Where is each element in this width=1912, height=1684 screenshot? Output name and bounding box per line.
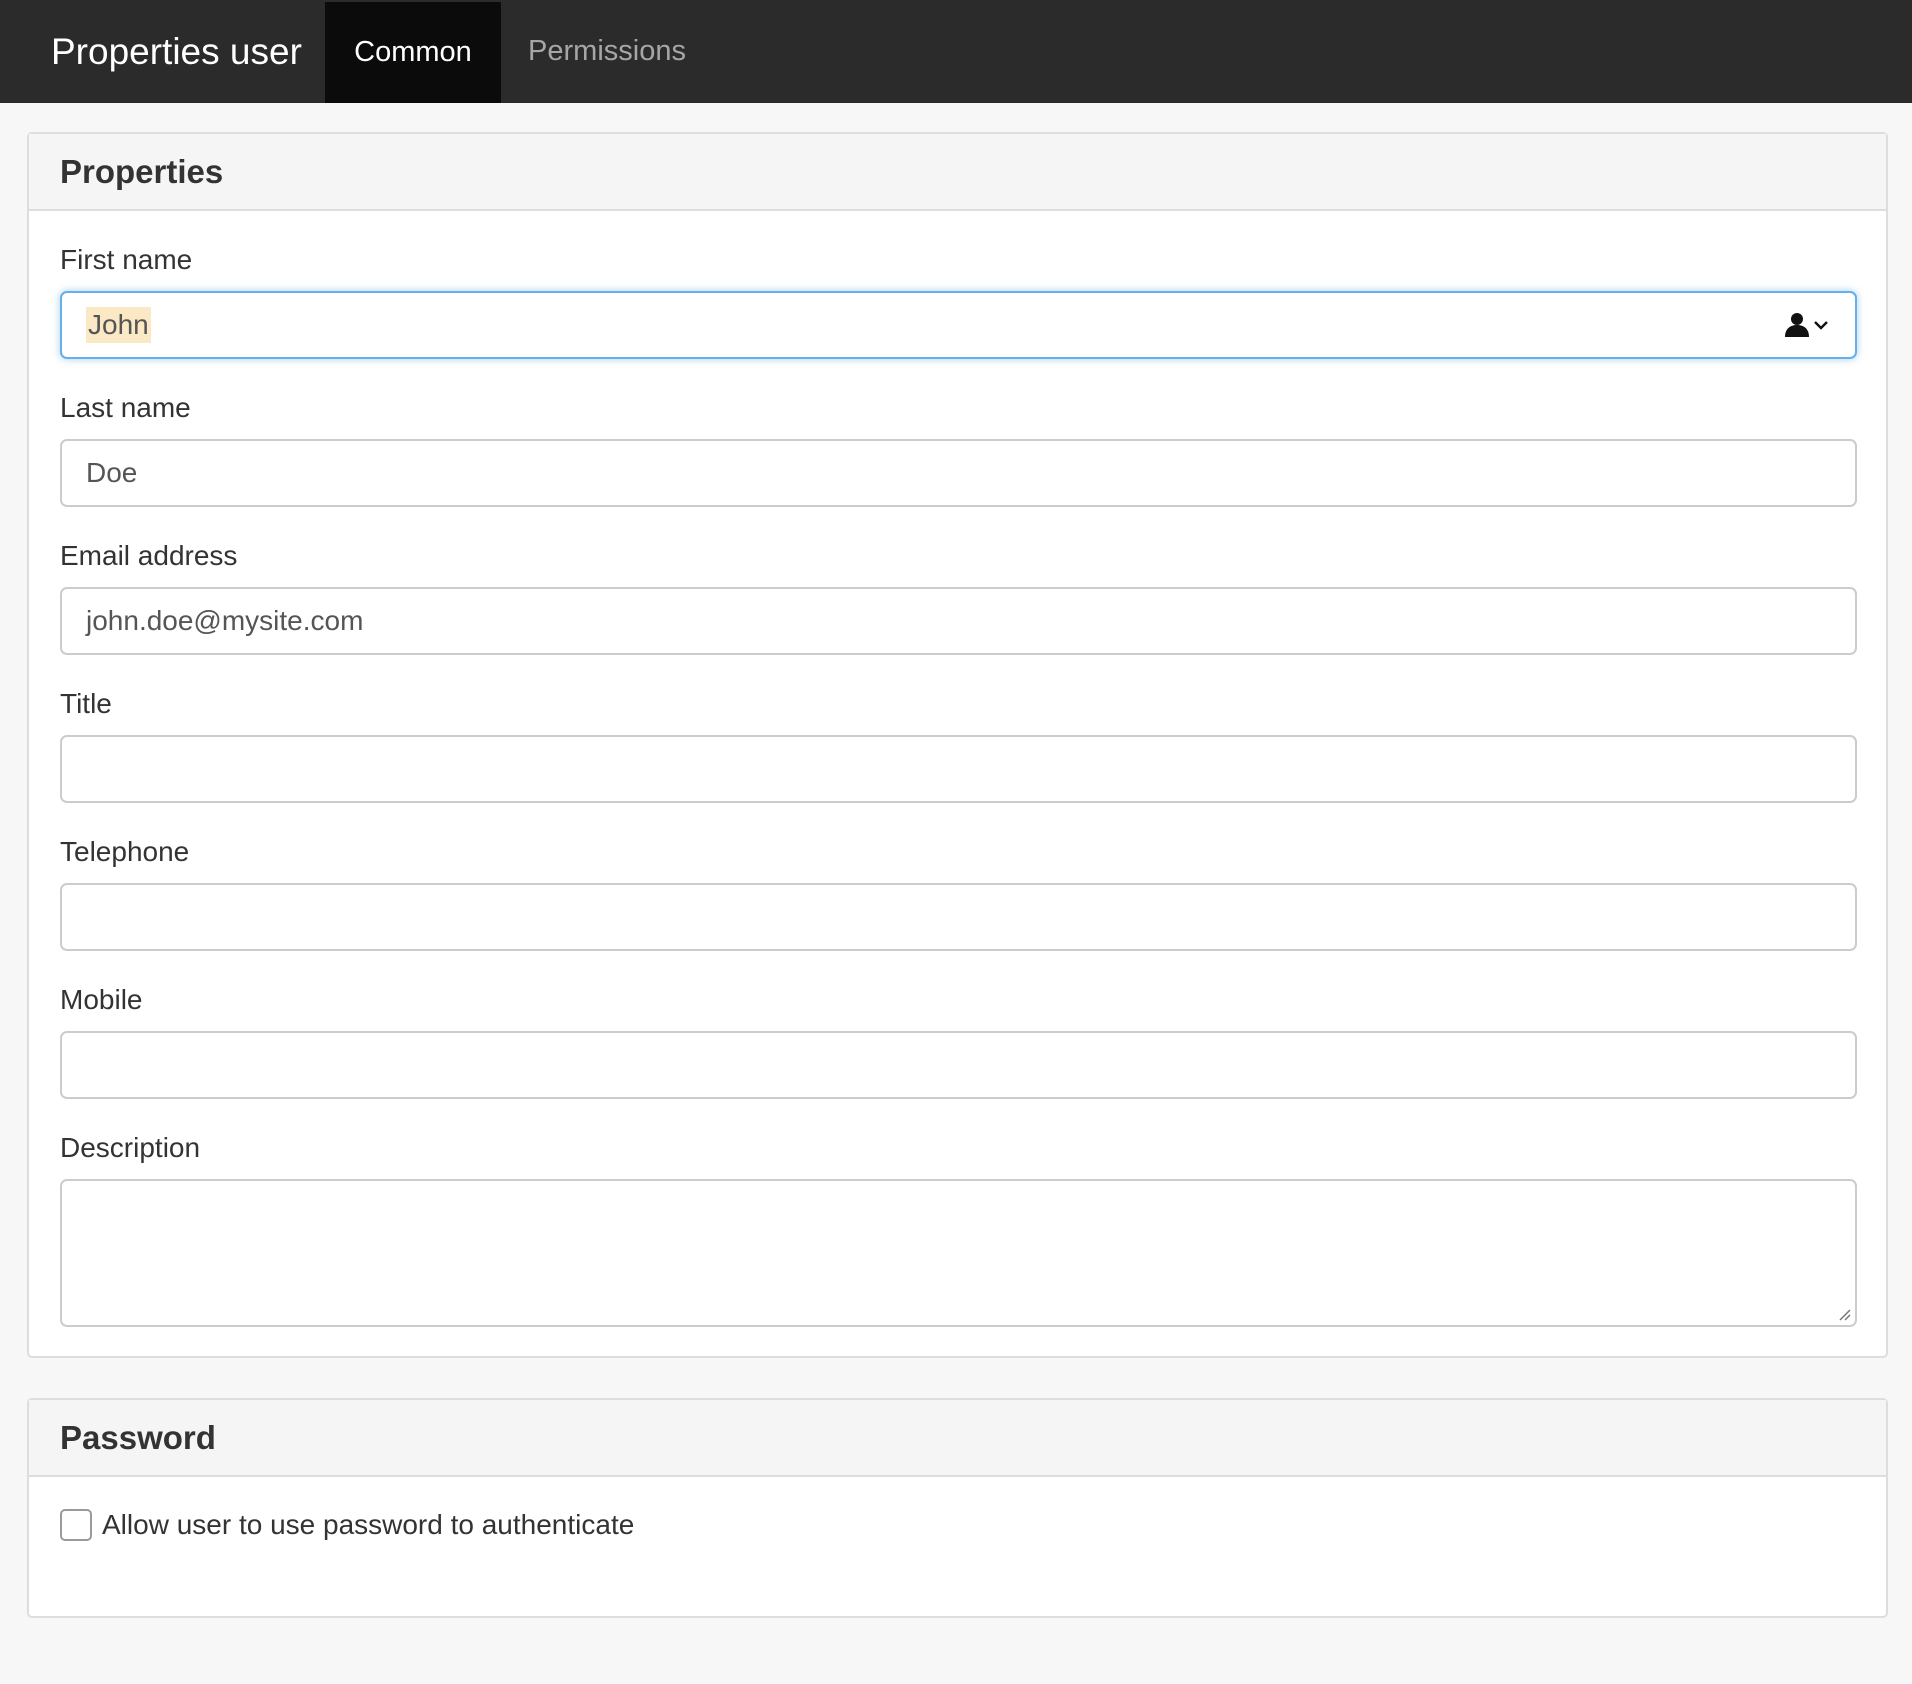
password-auth-label[interactable]: Allow user to use password to authentica… bbox=[102, 1509, 634, 1541]
chevron-down-icon bbox=[1814, 321, 1828, 330]
tab-permissions[interactable]: Permissions bbox=[501, 0, 713, 103]
last-name-value: Doe bbox=[86, 457, 138, 488]
mobile-field[interactable] bbox=[60, 1031, 1857, 1099]
page-title: Properties user bbox=[51, 30, 302, 72]
title-label: Title bbox=[60, 688, 112, 719]
top-navbar: Properties user Common Permissions bbox=[0, 0, 1912, 103]
properties-heading: Properties bbox=[29, 134, 1886, 211]
resize-grip-icon[interactable] bbox=[1837, 1307, 1851, 1321]
description-label: Description bbox=[60, 1132, 201, 1163]
telephone-label: Telephone bbox=[60, 836, 190, 867]
description-textarea[interactable] bbox=[60, 1179, 1857, 1327]
password-checkbox-row[interactable]: Allow user to use password to authentica… bbox=[60, 1509, 634, 1541]
last-name-label: Last name bbox=[60, 392, 191, 423]
password-panel: Password Allow user to use password to a… bbox=[27, 1398, 1888, 1618]
mobile-label: Mobile bbox=[60, 984, 143, 1015]
email-field[interactable]: john.doe@mysite.com bbox=[60, 587, 1857, 655]
password-auth-checkbox[interactable] bbox=[60, 1509, 92, 1541]
contact-autofill-icon[interactable] bbox=[1783, 311, 1829, 339]
telephone-field[interactable] bbox=[60, 883, 1857, 951]
first-name-value: John bbox=[86, 307, 151, 343]
last-name-field[interactable]: Doe bbox=[60, 439, 1857, 507]
properties-panel: Properties First name John Last name Doe… bbox=[27, 132, 1888, 1358]
email-value: john.doe@mysite.com bbox=[86, 605, 364, 636]
first-name-field[interactable]: John bbox=[60, 291, 1857, 359]
email-label: Email address bbox=[60, 540, 238, 571]
title-field[interactable] bbox=[60, 735, 1857, 803]
person-icon bbox=[1785, 313, 1809, 337]
password-heading: Password bbox=[29, 1400, 1886, 1477]
tab-common[interactable]: Common bbox=[325, 2, 501, 103]
first-name-label: First name bbox=[60, 244, 193, 275]
